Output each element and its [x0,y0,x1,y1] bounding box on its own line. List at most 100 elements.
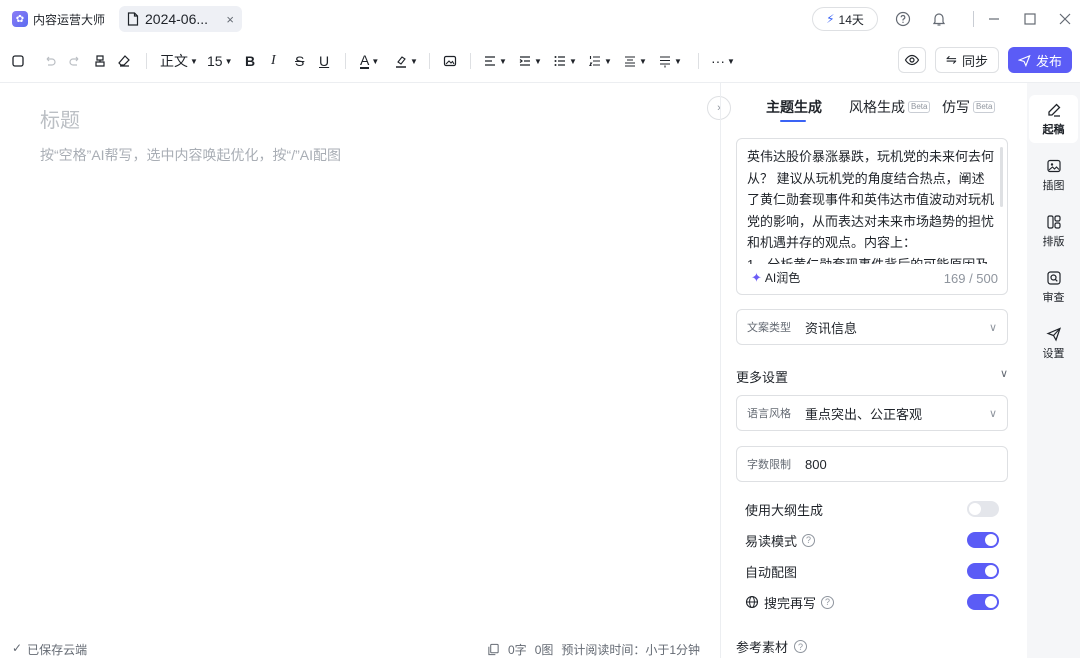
topic-textarea[interactable]: 英伟达股价暴涨暴跌，玩机党的未来何去何从？ 建议从玩机党的角度结合热点，阐述了黄… [736,138,1008,295]
help-icon[interactable]: ? [794,640,808,653]
preview-button[interactable] [898,47,926,73]
ai-panel: 主题生成 风格生成 Beta 仿写 Beta 英伟达股价暴涨暴跌，玩机党的未来何… [720,83,1027,658]
numbered-list-icon [589,56,600,67]
document-stats: 0字 0图 预计阅读时间：小于1分钟 [487,641,700,658]
toggle-row-outline: 使用大纲生成 [745,499,999,519]
font-color-icon: A [360,51,370,69]
document-tab-title: 2024-06... [145,11,209,27]
help-icon[interactable]: ? [802,533,816,547]
rail-item-draft[interactable]: 起稿 [1029,95,1078,143]
divider [429,53,430,69]
paragraph-style-label: 正文 [160,53,188,69]
app-tab[interactable]: ✿ 内容运营大师 [6,6,113,32]
globe-icon [745,595,759,609]
rail-item-settings[interactable]: 设置 [1029,319,1078,367]
field-value: 资讯信息 [805,320,858,336]
topic-text[interactable]: 英伟达股价暴涨暴跌，玩机党的未来何去何从？ 建议从玩机党的角度结合热点，阐述了黄… [747,146,997,264]
layout-icon [1046,214,1061,229]
rail-item-review[interactable]: 审查 [1029,263,1078,311]
bell-icon[interactable] [929,9,949,29]
insert-image-icon[interactable] [443,51,457,71]
chevron-down-icon: ∨ [999,368,1008,380]
search-first-toggle[interactable] [967,594,999,610]
eye-icon [904,54,920,66]
copy-type-select[interactable]: 文案类型 资讯信息 ∨ [736,309,1008,345]
paragraph-style-dropdown[interactable]: 正文 ▼ [160,51,198,71]
maximize-icon[interactable] [1020,9,1040,29]
caret-down-icon: ▼ [410,56,418,66]
active-tab-indicator [780,120,806,122]
beta-badge: Beta [973,101,996,113]
tab-imitation[interactable]: 仿写 Beta [942,97,996,117]
body-editor[interactable]: 按“空格”AI帮写，选中内容唤起优化，按“/”AI配图 [40,145,341,165]
pen-icon [1047,103,1060,117]
toggle-label: 易读模式 [745,533,798,549]
numbered-list-dropdown[interactable]: ▼ [588,51,612,71]
toggle-knob [985,534,997,546]
reference-materials[interactable]: 参考素材 ? [736,637,808,656]
divider [146,53,147,69]
more-settings-label: 更多设置 [736,370,789,385]
sync-button[interactable]: ⇋ 同步 [935,47,999,73]
char-counter: 169 / 500 [943,271,998,286]
line-spacing-dropdown[interactable]: ▼ [623,51,647,71]
bold-button[interactable]: B [245,51,255,71]
outline-toggle[interactable] [967,501,999,517]
divider [470,53,471,69]
document-tab[interactable]: 2024-06... × [119,6,242,32]
word-limit-input[interactable]: 字数限制 800 [736,446,1008,482]
strikethrough-button[interactable]: S [295,51,304,71]
ai-polish-button[interactable]: ✦ AI润色 [751,269,800,286]
align-dropdown[interactable]: ▼ [483,51,507,71]
minimize-icon[interactable] [984,9,1004,29]
font-size-dropdown[interactable]: 15 ▼ [207,51,233,71]
caret-down-icon: ▼ [639,56,647,66]
redo-icon[interactable] [68,51,82,71]
app-logo-icon: ✿ [12,11,28,27]
close-window-icon[interactable] [1055,9,1075,29]
title-input[interactable]: 标题 [40,104,80,133]
save-status: ✓ 已保存云端 [12,641,87,658]
chevron-down-icon: ∨ [988,321,997,334]
more-tools-dropdown[interactable]: ··· ▼ [711,51,735,71]
help-icon[interactable] [893,9,913,29]
publish-button[interactable]: 发布 [1008,47,1072,73]
bullet-list-dropdown[interactable]: ▼ [553,51,577,71]
format-painter-icon[interactable] [93,51,107,71]
tab-style-generation[interactable]: 风格生成 Beta [849,97,931,117]
more-settings-toggle[interactable]: 更多设置 ∨ [736,367,1008,386]
ai-polish-label: AI润色 [764,271,801,285]
rail-label: 起稿 [1042,123,1065,136]
divider [345,53,346,69]
undo-icon[interactable] [43,51,57,71]
caret-down-icon: ▼ [674,56,682,66]
eraser-icon[interactable] [117,51,131,71]
caret-down-icon: ▼ [569,56,577,66]
italic-button[interactable]: I [271,51,276,71]
right-rail: 起稿 插图 排版 审查 设置 [1027,83,1080,658]
easy-read-toggle[interactable] [967,532,999,548]
tab-label: 主题生成 [766,99,822,115]
caret-down-icon: ▼ [499,56,507,66]
underline-button[interactable]: U [319,51,329,71]
rail-label: 设置 [1042,347,1065,360]
copy-icon[interactable] [487,643,500,656]
rail-item-illustration[interactable]: 插图 [1029,151,1078,199]
highlighter-icon [396,56,406,68]
auto-image-toggle[interactable] [967,563,999,579]
paragraph-spacing-dropdown[interactable]: ▼ [658,51,682,71]
rail-item-layout[interactable]: 排版 [1029,207,1078,255]
close-tab-icon[interactable]: × [226,12,234,27]
highlight-dropdown[interactable]: ▼ [394,51,418,71]
language-style-select[interactable]: 语言风格 重点突出、公正客观 ∨ [736,395,1008,431]
toggle-label: 自动配图 [745,564,798,580]
tab-topic-generation[interactable]: 主题生成 [766,97,822,117]
paragraph-spacing-icon [660,56,670,68]
scrollbar[interactable] [1000,147,1003,207]
sidebar-toggle-icon[interactable] [11,51,25,71]
trial-badge[interactable]: ⚡ 14天 [812,7,878,31]
rail-label: 插图 [1042,179,1065,192]
indent-dropdown[interactable]: ▼ [518,51,542,71]
font-color-dropdown[interactable]: A ▼ [360,51,379,71]
help-icon[interactable]: ? [821,595,835,609]
